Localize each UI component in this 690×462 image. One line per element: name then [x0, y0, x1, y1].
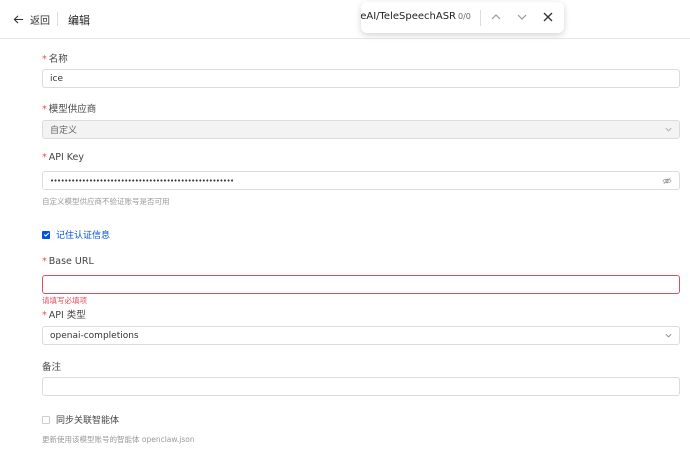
header-divider [57, 12, 58, 26]
find-previous-button[interactable] [489, 10, 503, 24]
sync-agent-hint: 更新使用该模型账号的智能体 openclaw.json [42, 435, 195, 444]
remember-label: 记住认证信息 [56, 231, 111, 241]
sync-agent-checkbox[interactable]: 同步关联智能体 [42, 413, 119, 426]
api-key-label: * API Key [42, 152, 85, 163]
api-type-select[interactable]: openai-completions [42, 326, 680, 345]
required-mark: * [42, 54, 47, 65]
chevron-up-icon [491, 14, 501, 20]
required-mark: * [42, 256, 47, 267]
base-url-label: * Base URL [42, 256, 94, 267]
checkbox-checked-icon [42, 230, 50, 239]
find-bar: TeleAI/TeleSpeechASR 0/0 [361, 2, 564, 33]
name-input[interactable]: ice [42, 69, 680, 88]
api-key-hint: 自定义模型供应商不验证账号是否可用 [42, 197, 170, 206]
back-label: 返回 [30, 15, 50, 27]
required-mark: * [42, 104, 47, 115]
api-key-input[interactable]: ••••••••••••••••••••••••••••••••••••••••… [42, 171, 680, 190]
find-match-count: 0/0 [458, 12, 471, 21]
remember-credentials-checkbox[interactable]: 记住认证信息 [42, 228, 110, 241]
chevron-down-icon [665, 127, 672, 132]
base-url-error: 请填写必填项 [42, 296, 87, 305]
remark-label: 备注 [42, 362, 62, 373]
find-input[interactable]: TeleAI/TeleSpeechASR [361, 11, 456, 22]
find-close-button[interactable] [541, 10, 555, 24]
provider-label: * 模型供应商 [42, 104, 97, 115]
name-label: * 名称 [42, 54, 68, 65]
checkbox-unchecked-icon [42, 415, 50, 424]
back-button[interactable]: 返回 [13, 10, 50, 28]
required-mark: * [42, 152, 47, 163]
find-separator [480, 10, 481, 26]
base-url-input[interactable] [42, 275, 680, 294]
required-mark: * [42, 310, 47, 321]
arrow-left-icon [13, 14, 24, 24]
remark-input[interactable] [42, 377, 680, 396]
chevron-down-icon [665, 333, 672, 338]
eye-off-icon[interactable] [662, 177, 672, 185]
api-type-label: * API 类型 [42, 310, 86, 321]
top-bar: 返回 编辑 [0, 0, 690, 39]
find-next-button[interactable] [515, 10, 529, 24]
page-title: 编辑 [68, 14, 90, 27]
close-icon [543, 12, 553, 22]
provider-select[interactable]: 自定义 [42, 120, 680, 139]
chevron-down-icon [517, 14, 527, 20]
sync-agent-label: 同步关联智能体 [56, 416, 120, 426]
